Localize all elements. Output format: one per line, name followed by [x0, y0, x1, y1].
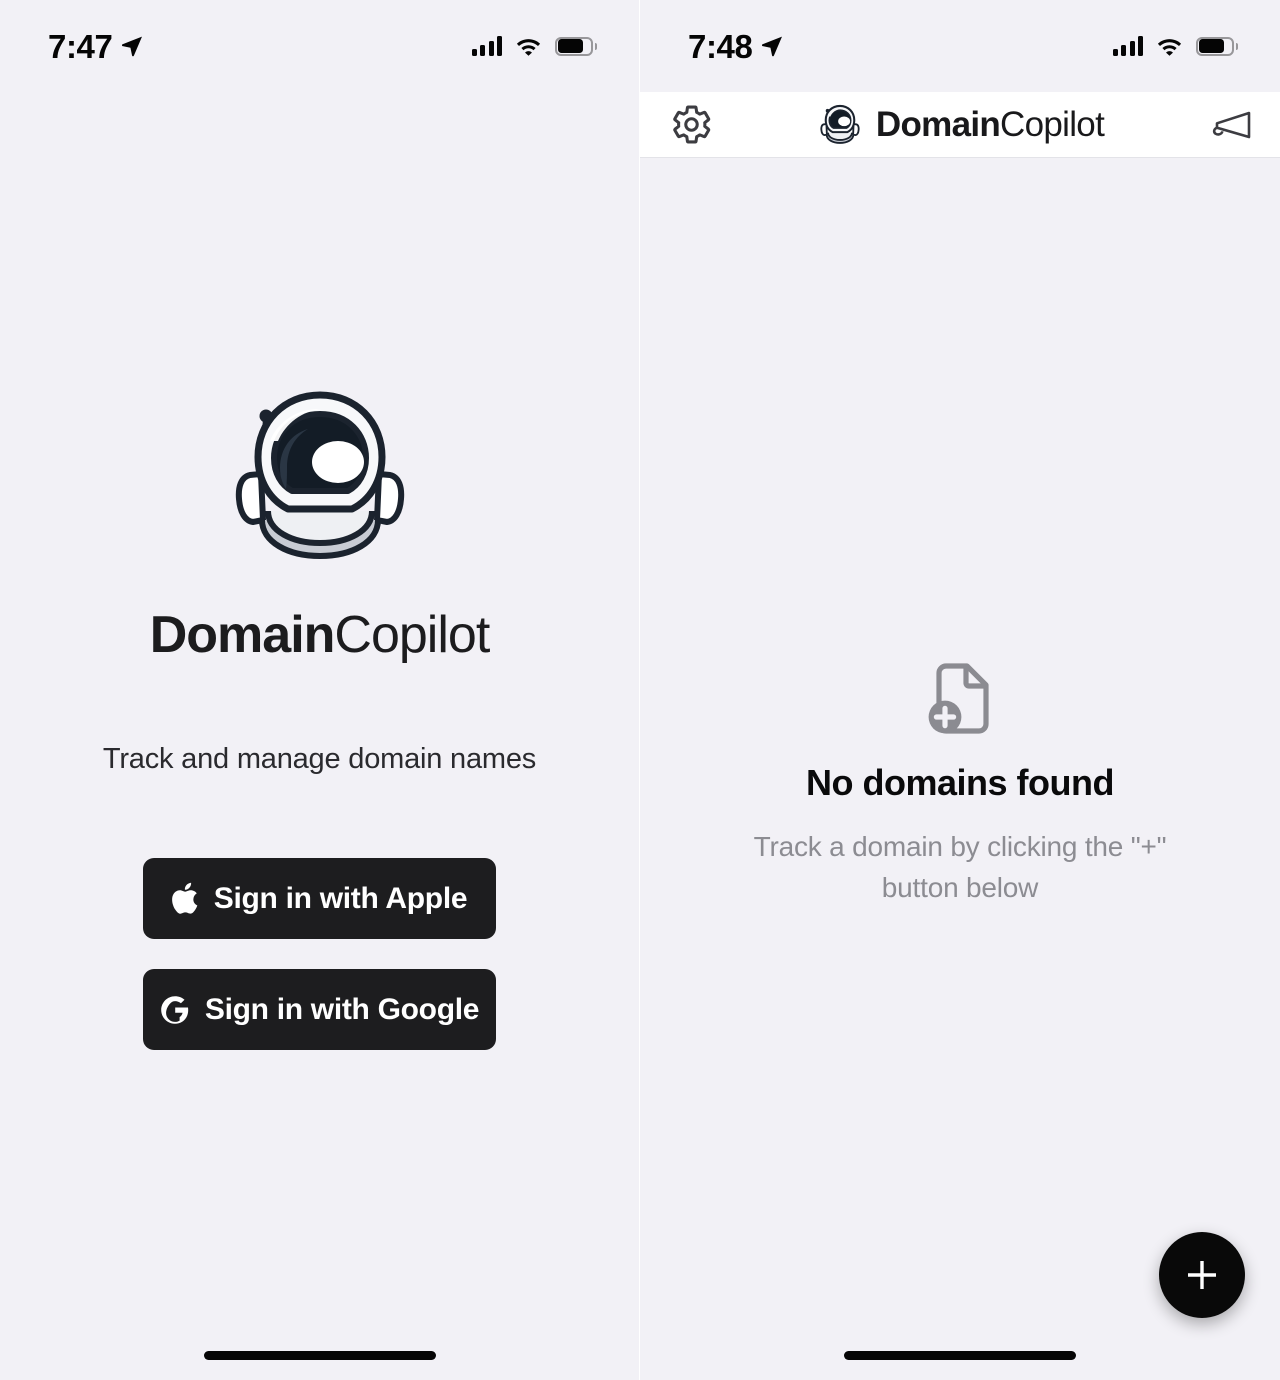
sign-in-apple-label: Sign in with Apple	[213, 881, 468, 915]
signin-content: DomainCopilot Track and manage domain na…	[0, 0, 639, 1380]
dual-screen-container: 7:47 DomainCopilot Track and manage doma…	[0, 0, 1280, 1380]
brand-light-part: Copilot	[1000, 105, 1105, 144]
app-bar-title: DomainCopilot	[875, 105, 1105, 144]
home-indicator-left[interactable]	[203, 1351, 436, 1360]
auth-button-stack: Sign in with Apple Sign in with Google	[143, 858, 496, 1050]
home-indicator-right[interactable]	[844, 1351, 1076, 1360]
status-bar-right-group	[1112, 36, 1238, 56]
status-bar-right: 7:48	[640, 0, 1280, 92]
plus-icon	[1188, 1261, 1216, 1289]
brand-wordmark: DomainCopilot	[149, 606, 491, 664]
status-time: 7:48	[688, 27, 753, 65]
brand-bold-part: Domain	[875, 105, 1001, 144]
astronaut-helmet-icon	[235, 391, 404, 559]
add-domain-fab[interactable]	[1159, 1232, 1245, 1318]
brand-light-part: Copilot	[334, 606, 490, 664]
apple-logo-icon	[171, 882, 198, 914]
sign-in-google-button[interactable]: Sign in with Google	[143, 969, 496, 1050]
location-arrow-icon	[762, 36, 783, 57]
sign-in-apple-button[interactable]: Sign in with Apple	[143, 858, 496, 939]
megaphone-icon[interactable]	[1208, 108, 1254, 142]
empty-state-message: Track a domain by clicking the "+" butto…	[753, 831, 1167, 903]
battery-icon	[1196, 36, 1238, 56]
sign-in-google-label: Sign in with Google	[204, 992, 480, 1026]
status-bar-left-group: 7:48	[688, 30, 783, 63]
cellular-bars-icon	[1112, 36, 1143, 56]
domain-list-screen: 7:48 DomainCopilot No domains found Trac…	[640, 0, 1280, 1380]
tagline: Track and manage domain names	[102, 743, 537, 775]
app-bar: DomainCopilot	[640, 92, 1280, 158]
wifi-icon	[1157, 39, 1182, 56]
brand-bold-part: Domain	[149, 606, 336, 664]
document-add-icon	[928, 663, 989, 734]
empty-state-title: No domains found	[806, 762, 1114, 803]
astronaut-helmet-icon	[820, 104, 860, 144]
gear-icon[interactable]	[670, 103, 713, 146]
app-bar-brand: DomainCopilot	[817, 103, 1105, 147]
google-logo-icon	[161, 995, 189, 1024]
empty-state: No domains found Track a domain by click…	[640, 660, 1280, 908]
signin-screen: 7:47 DomainCopilot Track and manage doma…	[0, 0, 639, 1380]
